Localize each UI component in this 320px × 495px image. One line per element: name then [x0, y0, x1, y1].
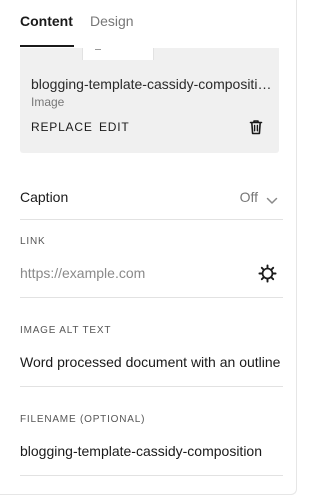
replace-button[interactable]: REPLACE	[31, 120, 93, 135]
filename-label: FILENAME (OPTIONAL)	[20, 414, 146, 425]
tab-design[interactable]: Design	[90, 12, 134, 30]
gear-icon[interactable]	[258, 264, 277, 283]
active-tab-indicator	[20, 45, 74, 47]
tab-bar: Content Design	[0, 0, 296, 48]
image-block-editor-panel: blogging-template-cassidy-composition.pn…	[0, 0, 297, 495]
image-card: blogging-template-cassidy-composition.pn…	[20, 36, 279, 153]
chevron-down-icon	[266, 192, 278, 204]
link-field: LINK	[20, 235, 283, 298]
trash-icon[interactable]	[247, 118, 265, 136]
caption-select[interactable]: Caption Off	[20, 176, 283, 220]
link-input[interactable]	[20, 261, 250, 285]
edit-button[interactable]: EDIT	[99, 120, 130, 135]
caption-label: Caption	[20, 189, 69, 205]
link-label: LINK	[20, 236, 46, 247]
filename-input[interactable]	[20, 439, 283, 463]
caption-value: Off	[239, 189, 258, 205]
image-filename: blogging-template-cassidy-composition.pn…	[31, 76, 273, 92]
alt-text-input[interactable]	[20, 350, 283, 374]
alt-text-label: IMAGE ALT TEXT	[20, 325, 112, 336]
tab-content[interactable]: Content	[20, 12, 73, 30]
alt-text-field: IMAGE ALT TEXT	[20, 324, 283, 387]
filename-field: FILENAME (OPTIONAL)	[20, 413, 283, 476]
image-type-label: Image	[31, 95, 65, 109]
